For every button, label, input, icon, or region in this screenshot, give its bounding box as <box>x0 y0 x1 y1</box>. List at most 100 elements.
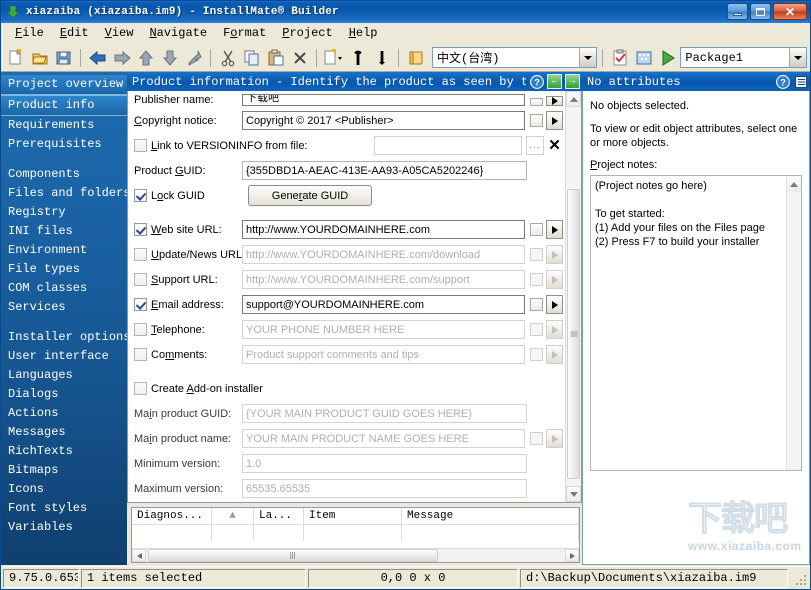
website-input[interactable]: http://www.YOURDOMAINHERE.com <box>242 220 525 239</box>
sidebar-item-project-overview[interactable]: Project overview <box>1 75 127 95</box>
min-version-input[interactable]: 1.0 <box>242 454 527 473</box>
menu-edit[interactable]: Edit <box>52 24 97 42</box>
scroll-right-button[interactable] <box>565 549 579 562</box>
sidebar-item-product-info[interactable]: Product info <box>1 95 127 116</box>
support-url-input[interactable]: http://www.YOURDOMAINHERE.com/support <box>242 270 525 289</box>
sidebar-item-com-classes[interactable]: COM classes <box>1 279 127 298</box>
maximize-button[interactable] <box>750 3 771 20</box>
column-header-sort-indicator[interactable]: ▲ <box>212 508 254 524</box>
column-header-item[interactable]: Item <box>304 508 402 524</box>
telephone-input[interactable]: YOUR PHONE NUMBER HERE <box>242 320 525 339</box>
resize-grip-icon[interactable] <box>793 572 807 586</box>
menu-project[interactable]: Project <box>274 24 340 42</box>
navigate-forward-icon[interactable] <box>110 46 133 69</box>
verify-project-icon[interactable] <box>608 46 631 69</box>
notes-scroll-up-button[interactable] <box>787 176 801 192</box>
product-guid-input[interactable]: {355DBD1A-AEAC-413E-AA93-A05CA5202246} <box>242 161 527 180</box>
main-product-name-expand-button[interactable] <box>546 429 563 448</box>
lock-guid-checkbox-label[interactable]: Lock GUID <box>134 189 242 202</box>
chevron-down-icon[interactable] <box>579 48 597 67</box>
support-url-expand-button[interactable] <box>546 270 563 289</box>
telephone-checkbox[interactable] <box>134 323 147 336</box>
comments-expand-button[interactable] <box>546 345 563 364</box>
email-input[interactable]: support@YOURDOMAINHERE.com <box>242 295 525 314</box>
update-url-variable-button[interactable] <box>530 248 543 261</box>
close-button[interactable]: ✕ <box>773 3 807 20</box>
move-down-icon[interactable] <box>370 46 393 69</box>
addon-checkbox[interactable] <box>134 382 147 395</box>
language-dropdown[interactable]: 中文(台湾) <box>432 47 598 68</box>
comments-input[interactable]: Product support comments and tips <box>242 345 525 364</box>
folder-icon[interactable] <box>404 46 427 69</box>
scroll-down-button[interactable] <box>566 486 581 502</box>
sidebar-item-font-styles[interactable]: Font styles <box>1 499 127 518</box>
main-product-name-variable-button[interactable] <box>530 432 543 445</box>
website-checkbox[interactable] <box>134 223 147 236</box>
copyright-input[interactable]: Copyright © 2017 <Publisher> <box>242 111 525 130</box>
sidebar-item-richtexts[interactable]: RichTexts <box>1 442 127 461</box>
copy-icon[interactable] <box>240 46 263 69</box>
sidebar-item-files-and-folders[interactable]: Files and folders <box>1 184 127 203</box>
go-to-icon[interactable] <box>182 46 205 69</box>
sidebar-item-bitmaps[interactable]: Bitmaps <box>1 461 127 480</box>
update-url-checkbox[interactable] <box>134 248 147 261</box>
new-project-icon[interactable] <box>4 46 27 69</box>
form-vertical-scrollbar[interactable] <box>565 91 581 502</box>
update-url-input[interactable]: http://www.YOURDOMAINHERE.com/download <box>242 245 525 264</box>
paste-icon[interactable] <box>264 46 287 69</box>
sidebar-item-variables[interactable]: Variables <box>1 518 127 537</box>
email-variable-button[interactable] <box>530 298 543 311</box>
lock-guid-checkbox[interactable] <box>134 189 147 202</box>
main-product-name-input[interactable]: YOUR MAIN PRODUCT NAME GOES HERE <box>242 429 525 448</box>
support-url-variable-button[interactable] <box>530 273 543 286</box>
sidebar-item-prerequisites[interactable]: Prerequisites <box>1 135 127 154</box>
main-product-guid-input[interactable]: {YOUR MAIN PRODUCT GUID GOES HERE} <box>242 404 527 423</box>
previous-page-button[interactable]: ← <box>547 74 562 89</box>
sidebar-item-file-types[interactable]: File types <box>1 260 127 279</box>
cut-icon[interactable] <box>216 46 239 69</box>
scroll-thumb[interactable] <box>567 189 580 479</box>
website-variable-button[interactable] <box>530 223 543 236</box>
save-project-icon[interactable] <box>52 46 75 69</box>
sidebar-item-actions[interactable]: Actions <box>1 404 127 423</box>
telephone-variable-button[interactable] <box>530 323 543 336</box>
versioninfo-input[interactable] <box>374 136 522 155</box>
navigate-down-icon[interactable] <box>158 46 181 69</box>
sidebar-item-installer-options[interactable]: Installer options <box>1 328 127 347</box>
package-dropdown[interactable]: Package1 <box>680 47 807 68</box>
build-run-icon[interactable] <box>656 46 679 69</box>
max-version-input[interactable]: 65535.65535 <box>242 479 527 498</box>
sidebar-item-environment[interactable]: Environment <box>1 241 127 260</box>
scan-project-icon[interactable] <box>632 46 655 69</box>
sidebar-item-requirements[interactable]: Requirements <box>1 116 127 135</box>
sidebar-item-registry[interactable]: Registry <box>1 203 127 222</box>
sidebar-item-user-interface[interactable]: User interface <box>1 347 127 366</box>
scroll-up-button[interactable] <box>566 91 581 107</box>
website-expand-button[interactable] <box>546 220 563 239</box>
sidebar-item-ini-files[interactable]: INI files <box>1 222 127 241</box>
hscroll-track[interactable] <box>146 549 565 562</box>
scroll-left-button[interactable] <box>132 549 146 562</box>
sidebar-item-dialogs[interactable]: Dialogs <box>1 385 127 404</box>
sidebar-item-icons[interactable]: Icons <box>1 480 127 499</box>
telephone-expand-button[interactable] <box>546 320 563 339</box>
project-notes-text[interactable]: (Project notes go here) To get started: … <box>591 176 786 470</box>
project-notes-field[interactable]: (Project notes go here) To get started: … <box>590 175 802 471</box>
copyright-expand-button[interactable] <box>546 111 563 130</box>
chevron-down-icon[interactable] <box>789 48 806 67</box>
attribute-list-icon[interactable] <box>793 74 808 89</box>
sidebar-item-services[interactable]: Services <box>1 298 127 317</box>
telephone-checkbox-label[interactable]: Telephone: <box>134 323 242 336</box>
support-url-checkbox-label[interactable]: Support URL: <box>134 273 242 286</box>
move-up-icon[interactable] <box>346 46 369 69</box>
navigate-back-icon[interactable] <box>86 46 109 69</box>
column-header-diagnostic[interactable]: Diagnos... <box>132 508 212 524</box>
column-header-language[interactable]: La... <box>254 508 304 524</box>
publisher-name-expand-button[interactable] <box>546 96 563 106</box>
versioninfo-clear-icon[interactable]: ✕ <box>546 136 563 155</box>
diagnostics-horizontal-scrollbar[interactable] <box>132 548 579 562</box>
minimize-button[interactable] <box>727 3 748 20</box>
email-expand-button[interactable] <box>546 295 563 314</box>
open-project-icon[interactable] <box>28 46 51 69</box>
navigate-up-icon[interactable] <box>134 46 157 69</box>
